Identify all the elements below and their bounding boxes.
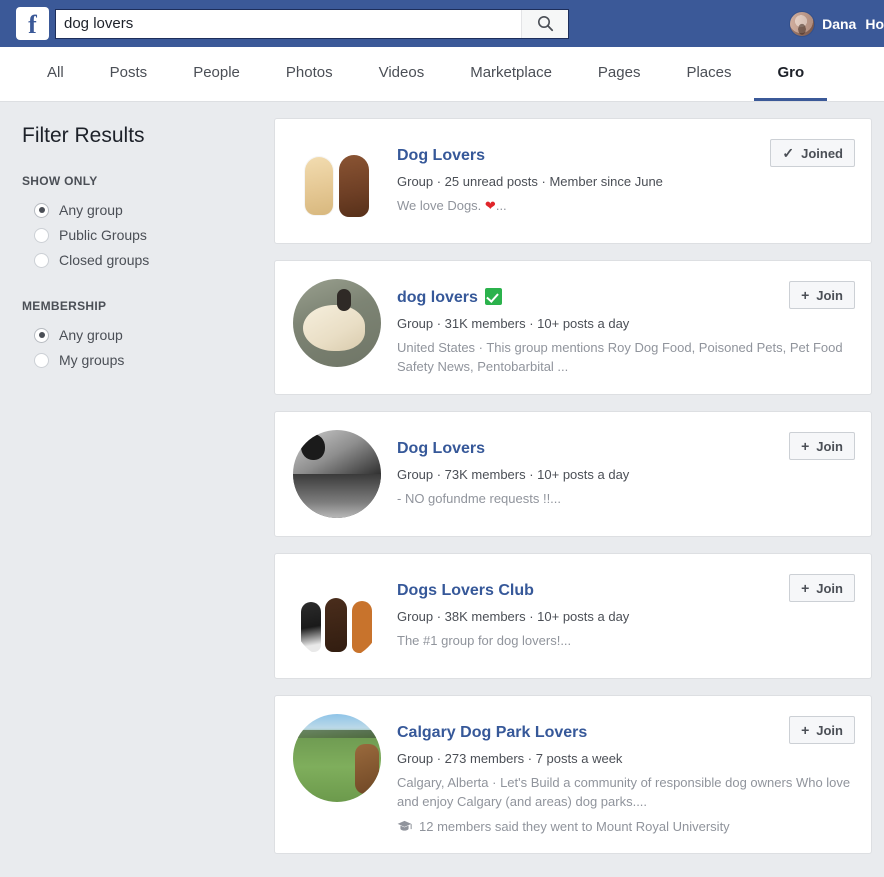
facebook-logo-icon[interactable]: f bbox=[16, 7, 49, 40]
group-description: United States · This group mentions Roy … bbox=[397, 340, 843, 374]
tab-pages[interactable]: Pages bbox=[575, 47, 664, 101]
joined-button-label: Joined bbox=[801, 145, 843, 161]
tab-places[interactable]: Places bbox=[663, 47, 754, 101]
filter-option-label: Closed groups bbox=[59, 252, 150, 268]
tab-groups[interactable]: Gro bbox=[754, 47, 828, 101]
filter-group-show-only: SHOW ONLY Any group Public Groups Closed… bbox=[22, 174, 268, 273]
graduation-cap-icon bbox=[397, 820, 412, 833]
group-description-ellipsis: ... bbox=[495, 198, 507, 213]
group-meta: Group · 25 unread posts · Member since J… bbox=[397, 174, 663, 189]
radio-icon bbox=[34, 227, 49, 243]
filter-group-title: MEMBERSHIP bbox=[22, 299, 107, 313]
filter-option-label: Any group bbox=[59, 202, 123, 218]
tab-videos[interactable]: Videos bbox=[356, 47, 448, 101]
topbar-right-nav: Dana Ho bbox=[789, 0, 884, 47]
search-input[interactable] bbox=[56, 9, 521, 38]
group-name-link[interactable]: Dog Lovers bbox=[397, 439, 485, 458]
group-card-body: Dogs Lovers Club Group · 38K members · 1… bbox=[397, 572, 855, 650]
group-name-link[interactable]: Dogs Lovers Club bbox=[397, 581, 534, 600]
facebook-top-bar: f Dana Ho bbox=[0, 0, 884, 47]
filter-option-closed-groups[interactable]: Closed groups bbox=[22, 248, 268, 273]
join-button-label: Join bbox=[816, 580, 843, 596]
radio-icon bbox=[34, 202, 49, 218]
join-button-label: Join bbox=[816, 438, 843, 454]
page-body: Filter Results SHOW ONLY Any group Publi… bbox=[0, 102, 884, 877]
group-description: The #1 group for dog lovers!... bbox=[397, 633, 572, 648]
profile-name: Dana bbox=[822, 15, 857, 32]
search-results-list: Dog Lovers Group · 25 unread posts · Mem… bbox=[268, 102, 884, 877]
group-card-body: Dog Lovers Group · 73K members · 10+ pos… bbox=[397, 430, 855, 508]
tab-marketplace[interactable]: Marketplace bbox=[447, 47, 575, 101]
group-social-context: 12 members said they went to Mount Royal… bbox=[397, 818, 855, 835]
avatar bbox=[789, 10, 816, 37]
group-description: - NO gofundme requests !!... bbox=[397, 491, 562, 506]
verified-check-icon bbox=[484, 288, 502, 305]
radio-icon bbox=[34, 352, 49, 368]
joined-button[interactable]: ✓ Joined bbox=[770, 139, 855, 167]
filter-option-any-group[interactable]: Any group bbox=[22, 198, 268, 223]
home-link[interactable]: Ho bbox=[865, 16, 884, 32]
group-result-card[interactable]: Calgary Dog Park Lovers Group · 273 memb… bbox=[274, 695, 872, 854]
group-result-card[interactable]: dog lovers Group · 31K members · 10+ pos… bbox=[274, 260, 872, 395]
filter-option-membership-any-group[interactable]: Any group bbox=[22, 323, 268, 348]
group-meta: Group · 31K members · 10+ posts a day bbox=[397, 316, 630, 331]
join-button[interactable]: + Join bbox=[789, 432, 855, 460]
plus-icon: + bbox=[801, 438, 810, 454]
join-button-label: Join bbox=[816, 722, 843, 738]
group-name-link[interactable]: dog lovers bbox=[397, 288, 478, 307]
group-thumbnail[interactable] bbox=[293, 279, 381, 367]
group-thumbnail[interactable] bbox=[293, 572, 381, 660]
tab-people[interactable]: People bbox=[170, 47, 263, 101]
filter-sidebar: Filter Results SHOW ONLY Any group Publi… bbox=[0, 102, 268, 877]
check-icon: ✓ bbox=[782, 145, 795, 161]
heart-icon: ❤ bbox=[484, 198, 496, 213]
filter-option-label: Any group bbox=[59, 327, 123, 343]
group-card-body: Calgary Dog Park Lovers Group · 273 memb… bbox=[397, 714, 855, 835]
group-name-link[interactable]: Dog Lovers bbox=[397, 146, 485, 165]
filter-option-public-groups[interactable]: Public Groups bbox=[22, 223, 268, 248]
filter-option-label: My groups bbox=[59, 352, 125, 368]
plus-icon: + bbox=[801, 722, 810, 738]
join-button[interactable]: + Join bbox=[789, 574, 855, 602]
group-meta: Group · 73K members · 10+ posts a day bbox=[397, 467, 630, 482]
radio-icon bbox=[34, 327, 49, 343]
group-thumbnail[interactable] bbox=[293, 430, 381, 518]
group-description-text: We love Dogs. bbox=[397, 198, 485, 213]
group-meta: Group · 273 members · 7 posts a week bbox=[397, 751, 623, 766]
group-thumbnail[interactable] bbox=[293, 137, 381, 225]
facebook-logo-letter: f bbox=[28, 9, 37, 39]
group-description: Calgary, Alberta · Let's Build a communi… bbox=[397, 775, 851, 809]
search-bar bbox=[55, 8, 569, 39]
filter-option-my-groups[interactable]: My groups bbox=[22, 348, 268, 373]
group-meta: Group · 38K members · 10+ posts a day bbox=[397, 609, 630, 624]
radio-icon bbox=[34, 252, 49, 268]
filter-group-membership: MEMBERSHIP Any group My groups bbox=[22, 299, 268, 373]
plus-icon: + bbox=[801, 287, 810, 303]
filter-group-title: SHOW ONLY bbox=[22, 174, 98, 188]
plus-icon: + bbox=[801, 580, 810, 596]
group-social-context-text: 12 members said they went to Mount Royal… bbox=[419, 819, 730, 834]
group-result-card[interactable]: Dog Lovers Group · 25 unread posts · Mem… bbox=[274, 118, 872, 244]
search-icon bbox=[537, 16, 553, 32]
group-name-link[interactable]: Calgary Dog Park Lovers bbox=[397, 723, 587, 742]
tab-photos[interactable]: Photos bbox=[263, 47, 356, 101]
group-card-body: dog lovers Group · 31K members · 10+ pos… bbox=[397, 279, 855, 376]
filter-option-label: Public Groups bbox=[59, 227, 147, 243]
tab-all[interactable]: All bbox=[24, 47, 87, 101]
join-button[interactable]: + Join bbox=[789, 716, 855, 744]
join-button[interactable]: + Join bbox=[789, 281, 855, 309]
search-button[interactable] bbox=[521, 9, 568, 38]
group-result-card[interactable]: Dog Lovers Group · 73K members · 10+ pos… bbox=[274, 411, 872, 537]
join-button-label: Join bbox=[816, 287, 843, 303]
group-thumbnail[interactable] bbox=[293, 714, 381, 802]
group-result-card[interactable]: Dogs Lovers Club Group · 38K members · 1… bbox=[274, 553, 872, 679]
profile-link[interactable]: Dana bbox=[789, 10, 865, 37]
page-title: Filter Results bbox=[22, 124, 145, 147]
group-description: We love Dogs. ❤... bbox=[397, 196, 855, 215]
tab-posts[interactable]: Posts bbox=[87, 47, 171, 101]
search-filter-tabs: All Posts People Photos Videos Marketpla… bbox=[0, 47, 884, 102]
